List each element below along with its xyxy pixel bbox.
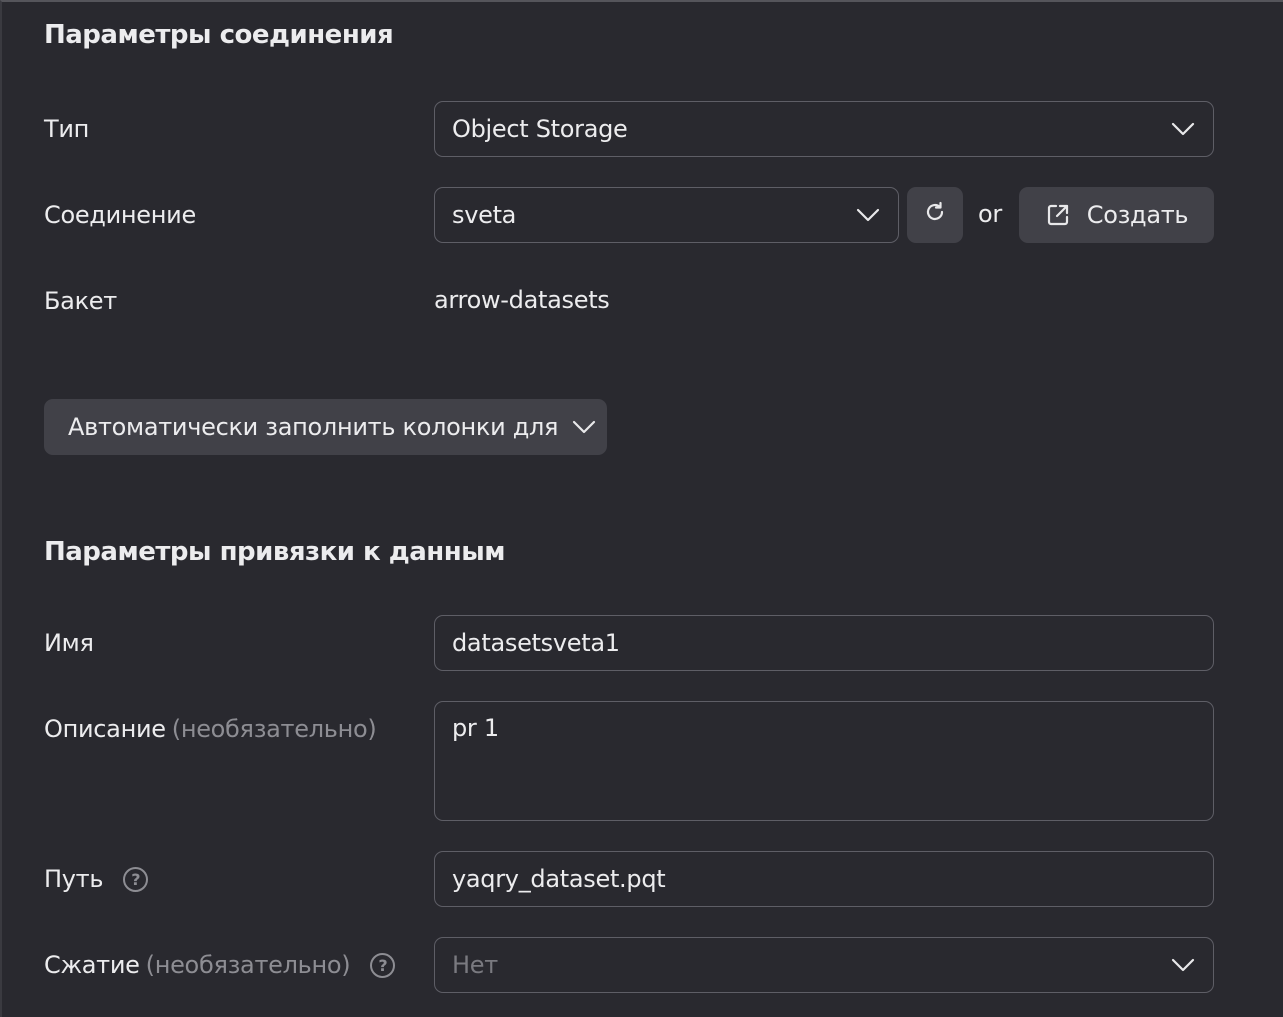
connection-label: Соединение [44, 187, 196, 243]
bucket-value: arrow-datasets [434, 286, 610, 314]
path-input[interactable]: yaqry_dataset.pqt [434, 851, 1214, 907]
connection-select[interactable]: sveta [434, 187, 899, 243]
connection-label-text: Соединение [44, 201, 196, 229]
name-input[interactable]: datasetsveta1 [434, 615, 1214, 671]
compression-label: Сжатие (необязательно) ? [44, 937, 396, 993]
path-input-value: yaqry_dataset.pqt [452, 865, 666, 893]
refresh-icon [923, 200, 947, 230]
name-label-text: Имя [44, 629, 94, 657]
bucket-label-text: Бакет [44, 287, 117, 315]
path-label: Путь ? [44, 851, 149, 907]
connection-section-title: Параметры соединения [44, 20, 394, 50]
connection-select-value: sveta [452, 201, 517, 229]
refresh-connections-button[interactable] [907, 187, 963, 243]
connection-settings-panel: Параметры соединения Тип Object Storage … [0, 0, 1283, 1017]
compression-optional-text: (необязательно) [145, 951, 351, 979]
description-optional-text: (необязательно) [171, 715, 377, 743]
binding-section-title: Параметры привязки к данным [44, 537, 506, 567]
compression-select[interactable]: Нет [434, 937, 1214, 993]
compression-select-placeholder: Нет [452, 951, 498, 979]
help-icon[interactable]: ? [123, 866, 149, 892]
type-label-text: Тип [44, 115, 90, 143]
create-connection-button[interactable]: Создать [1019, 187, 1214, 243]
chevron-down-icon [1170, 121, 1196, 137]
description-textarea-value: pr 1 [452, 714, 499, 742]
description-textarea[interactable]: pr 1 [434, 701, 1214, 821]
external-link-icon [1045, 202, 1071, 228]
description-label: Описание (необязательно) [44, 701, 377, 757]
type-select[interactable]: Object Storage [434, 101, 1214, 157]
compression-label-text: Сжатие [44, 951, 140, 979]
chevron-down-icon [1170, 957, 1196, 973]
path-label-text: Путь [44, 865, 104, 893]
description-label-text: Описание [44, 715, 166, 743]
chevron-down-icon [855, 207, 881, 223]
name-label: Имя [44, 615, 94, 671]
create-button-label: Создать [1086, 201, 1189, 229]
type-select-value: Object Storage [452, 115, 628, 143]
type-label: Тип [44, 101, 89, 157]
help-icon[interactable]: ? [370, 952, 396, 978]
autofill-columns-button[interactable]: Автоматически заполнить колонки для [44, 399, 607, 455]
autofill-button-label: Автоматически заполнить колонки для [68, 413, 559, 441]
chevron-down-icon [572, 420, 596, 434]
bucket-label: Бакет [44, 273, 117, 329]
name-input-value: datasetsveta1 [452, 629, 620, 657]
or-text: or [978, 200, 1002, 228]
